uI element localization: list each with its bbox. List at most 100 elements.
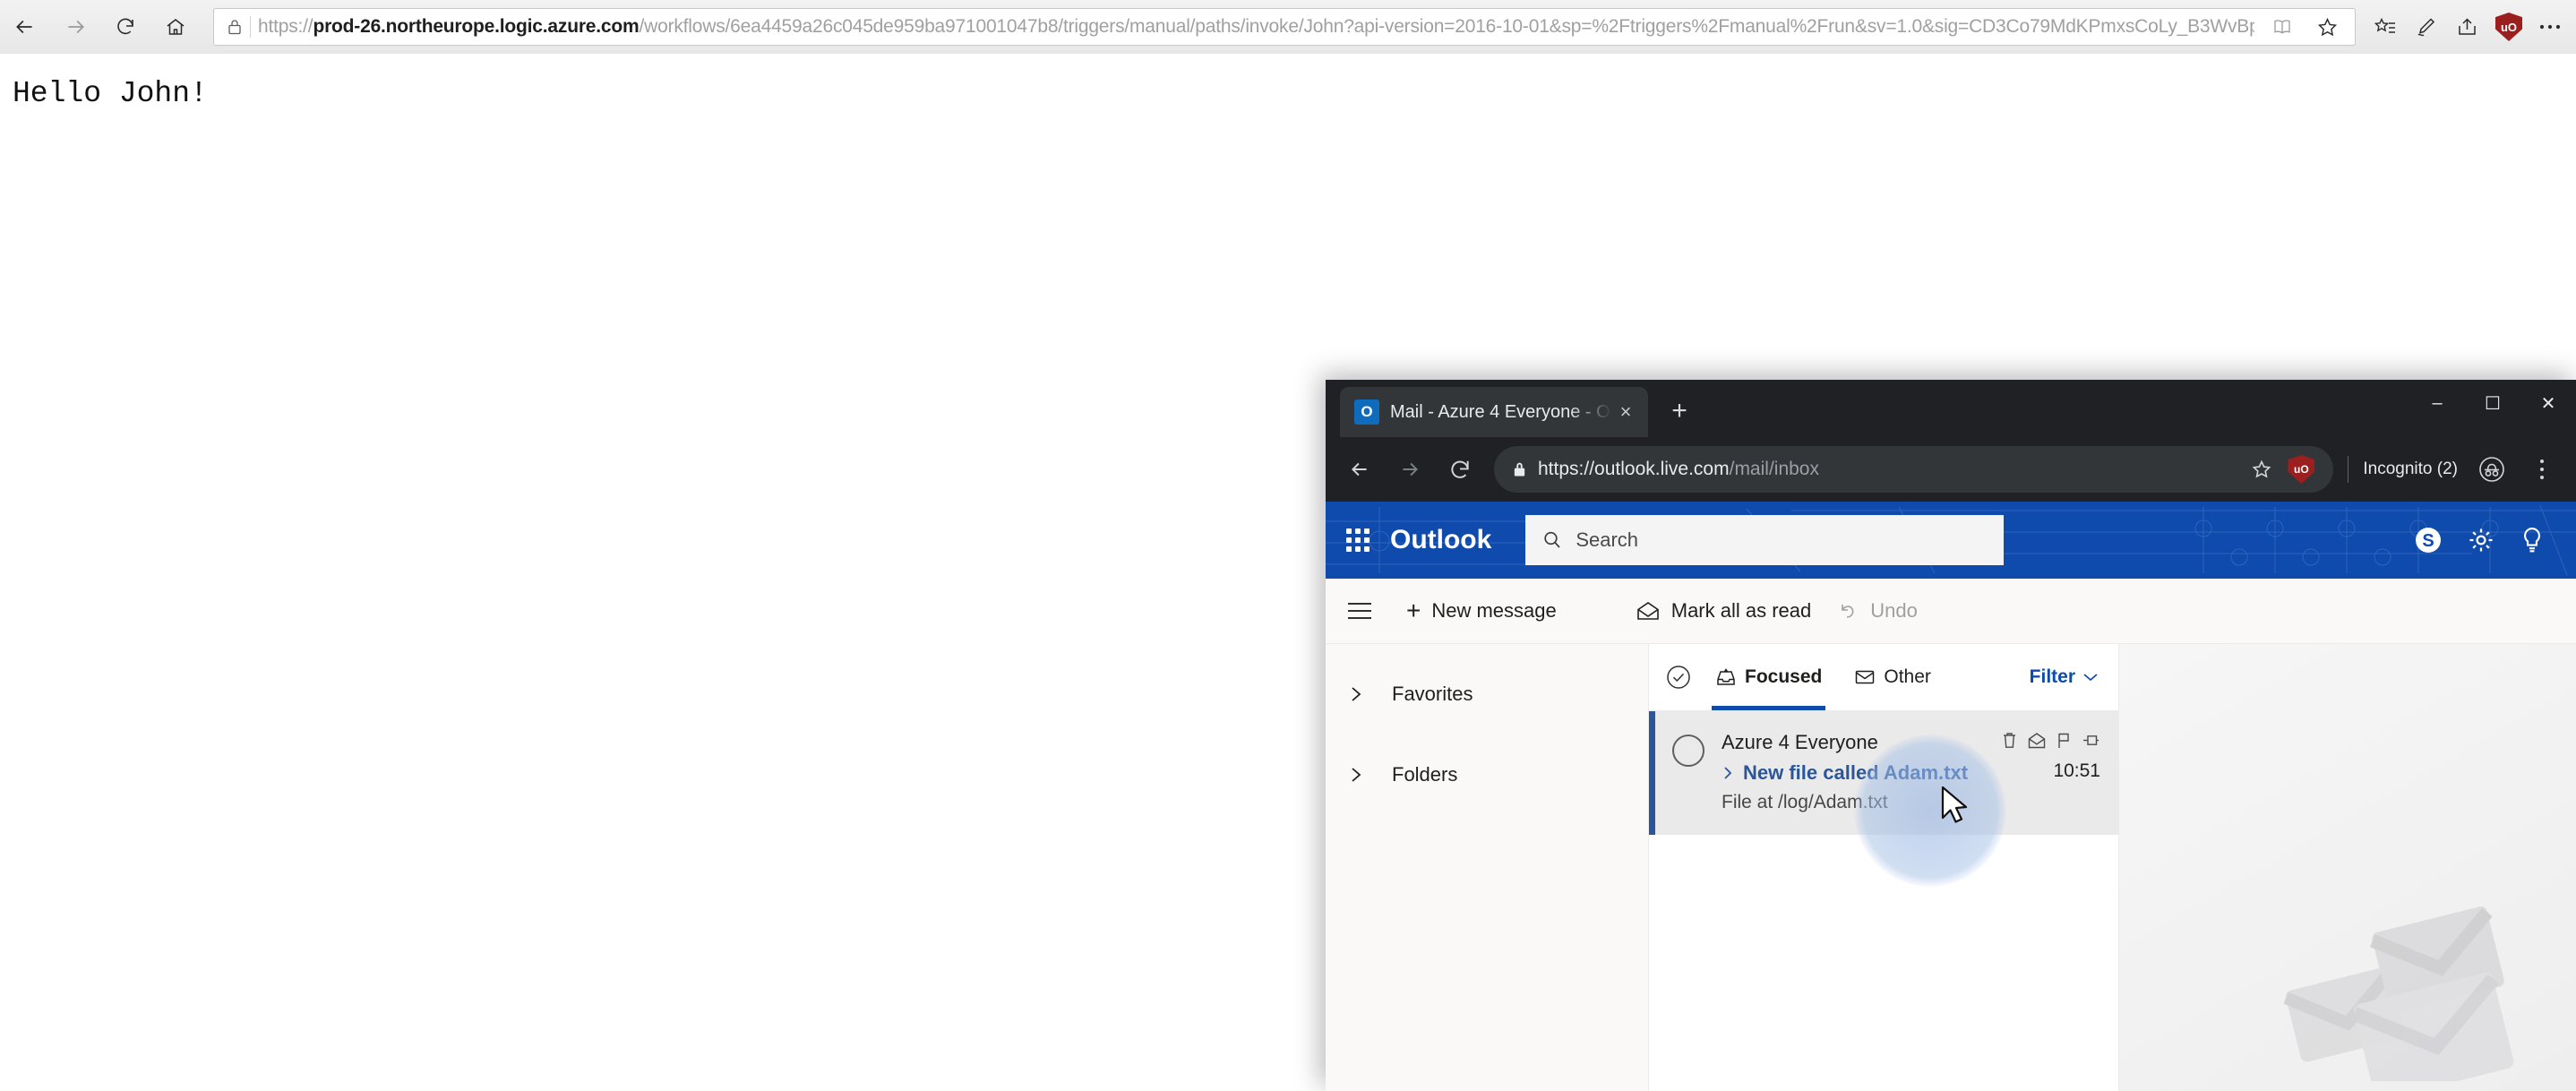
chevron-right-icon bbox=[1349, 683, 1392, 705]
hamburger-menu-icon[interactable] bbox=[1326, 601, 1394, 621]
chrome-tab-strip: O Mail - Azure 4 Everyone - Outloo × + –… bbox=[1326, 380, 2576, 437]
favorites-list-icon[interactable] bbox=[2365, 6, 2406, 47]
mark-unread-icon[interactable] bbox=[2027, 731, 2047, 750]
message-list-item[interactable]: Azure 4 Everyone New file called Adam.tx… bbox=[1649, 711, 2118, 835]
outlook-command-bar: + New message Mark all as read Undo bbox=[1326, 579, 2576, 644]
outlook-folder-nav: Favorites Folders bbox=[1326, 644, 1648, 1091]
search-placeholder: Search bbox=[1576, 528, 1639, 551]
mark-all-as-read-button[interactable]: Mark all as read bbox=[1623, 599, 1825, 623]
chrome-lock-icon bbox=[1512, 460, 1527, 478]
ublock-shield-shape: uO bbox=[2495, 13, 2522, 41]
outlook-header-actions: S bbox=[2413, 525, 2576, 555]
chrome-reload-icon[interactable] bbox=[1435, 444, 1485, 494]
focused-inbox-icon bbox=[1715, 667, 1737, 687]
edge-address-bar[interactable]: https://prod-26.northeurope.logic.azure.… bbox=[213, 8, 2356, 46]
new-message-button[interactable]: + New message bbox=[1394, 597, 1569, 625]
skype-icon[interactable]: S bbox=[2413, 525, 2443, 555]
delete-icon[interactable] bbox=[2001, 731, 2018, 750]
maximize-button[interactable]: ☐ bbox=[2465, 380, 2520, 426]
home-icon[interactable] bbox=[150, 2, 201, 52]
chrome-back-icon[interactable] bbox=[1335, 444, 1385, 494]
other-mail-icon bbox=[1854, 668, 1876, 686]
outlook-brand-title: Outlook bbox=[1390, 525, 1492, 554]
tab-focused[interactable]: Focused bbox=[1706, 644, 1831, 710]
edge-toolbar-tools: uO bbox=[2365, 6, 2576, 47]
minimize-button[interactable]: – bbox=[2409, 380, 2465, 426]
message-timestamp: 10:51 bbox=[2053, 760, 2100, 781]
incognito-hat-icon[interactable] bbox=[2467, 444, 2517, 494]
mouse-cursor bbox=[1941, 786, 1968, 823]
refresh-icon[interactable] bbox=[100, 2, 150, 52]
lock-icon bbox=[221, 18, 248, 36]
chrome-browser-window: O Mail - Azure 4 Everyone - Outloo × + –… bbox=[1326, 380, 2576, 1091]
empty-state-envelopes-icon bbox=[2283, 906, 2514, 1081]
chrome-bookmark-star-icon[interactable] bbox=[2242, 450, 2281, 489]
select-all-checkmark-icon[interactable] bbox=[1665, 664, 1692, 691]
message-meta: 10:51 bbox=[1995, 731, 2100, 813]
browser-tab-outlook[interactable]: O Mail - Azure 4 Everyone - Outloo × bbox=[1340, 387, 1648, 437]
annotate-pen-icon[interactable] bbox=[2406, 6, 2447, 47]
back-arrow-icon[interactable] bbox=[0, 2, 50, 52]
tab-other[interactable]: Other bbox=[1845, 644, 1940, 710]
close-window-button[interactable]: ✕ bbox=[2520, 380, 2576, 426]
message-unread-toggle[interactable] bbox=[1655, 731, 1722, 813]
message-list-pane: Focused Other Filter Azure 4 Everyone Ne… bbox=[1648, 644, 2119, 1091]
message-list-header: Focused Other Filter bbox=[1649, 644, 2118, 711]
outlook-favicon: O bbox=[1354, 399, 1379, 425]
ublock-origin-icon[interactable]: uO bbox=[2488, 6, 2529, 47]
new-tab-button[interactable]: + bbox=[1655, 387, 1704, 435]
chrome-ublock-icon[interactable]: uO bbox=[2281, 450, 2321, 489]
open-envelope-icon bbox=[1636, 600, 1661, 622]
sidebar-item-folders[interactable]: Folders bbox=[1326, 743, 1648, 807]
mark-all-as-read-label: Mark all as read bbox=[1670, 599, 1812, 622]
chrome-toolbar: https://outlook.live.com/mail/inbox uO I… bbox=[1326, 437, 2576, 502]
more-menu-icon[interactable] bbox=[2529, 6, 2571, 47]
pin-icon[interactable] bbox=[2082, 731, 2100, 750]
chrome-forward-icon[interactable] bbox=[1385, 444, 1435, 494]
sidebar-item-label-folders: Folders bbox=[1392, 763, 1458, 786]
search-icon bbox=[1541, 529, 1563, 551]
undo-label: Undo bbox=[1870, 599, 1918, 622]
reading-view-icon[interactable] bbox=[2262, 9, 2303, 45]
chrome-menu-icon[interactable] bbox=[2517, 444, 2567, 494]
page-response-text: Hello John! bbox=[13, 77, 208, 110]
tab-close-icon[interactable]: × bbox=[1612, 400, 1639, 424]
edge-toolbar: https://prod-26.northeurope.logic.azure.… bbox=[0, 0, 2576, 55]
reading-pane bbox=[2119, 644, 2576, 1091]
message-hover-actions bbox=[2001, 731, 2100, 750]
share-icon[interactable] bbox=[2447, 6, 2488, 47]
outlook-header: Outlook Search S bbox=[1326, 502, 2576, 579]
waffle-grid-shape bbox=[1346, 528, 1370, 552]
chrome-url-text: https://outlook.live.com/mail/inbox bbox=[1538, 459, 1819, 479]
filter-label: Filter bbox=[2029, 666, 2075, 687]
tab-focused-label: Focused bbox=[1745, 666, 1823, 687]
outlook-body: Favorites Folders Focused Other Filter A… bbox=[1326, 644, 2576, 1091]
unread-circle-icon bbox=[1672, 734, 1704, 767]
chevron-right-icon bbox=[1349, 764, 1392, 786]
forward-arrow-icon[interactable] bbox=[50, 2, 100, 52]
chevron-down-icon bbox=[2082, 672, 2099, 683]
search-box[interactable]: Search bbox=[1525, 515, 2005, 565]
sidebar-item-label-favorites: Favorites bbox=[1392, 683, 1473, 705]
favorite-star-icon[interactable] bbox=[2306, 9, 2348, 45]
settings-gear-icon[interactable] bbox=[2467, 526, 2495, 554]
chrome-address-bar[interactable]: https://outlook.live.com/mail/inbox uO bbox=[1494, 446, 2334, 493]
lightbulb-icon[interactable] bbox=[2519, 526, 2546, 554]
expand-chevron-icon[interactable] bbox=[1722, 764, 1734, 782]
tab-other-label: Other bbox=[1884, 666, 1931, 687]
svg-text:S: S bbox=[2422, 531, 2434, 551]
message-sender: Azure 4 Everyone bbox=[1722, 731, 1878, 753]
edge-url-text: https://prod-26.northeurope.logic.azure.… bbox=[258, 16, 2254, 37]
undo-arrow-icon bbox=[1836, 600, 1859, 622]
message-subject-row: New file called Adam.txt bbox=[1722, 761, 1995, 785]
window-controls: – ☐ ✕ bbox=[2409, 380, 2576, 426]
app-launcher-waffle-icon[interactable] bbox=[1326, 528, 1390, 552]
filter-dropdown[interactable]: Filter bbox=[2030, 666, 2099, 688]
sidebar-item-favorites[interactable]: Favorites bbox=[1326, 662, 1648, 726]
omnibox-divider bbox=[250, 16, 251, 38]
new-message-label: New message bbox=[1431, 599, 1557, 622]
flag-icon[interactable] bbox=[2056, 731, 2073, 750]
tab-title: Mail - Azure 4 Everyone - Outloo bbox=[1390, 401, 1612, 422]
ublock-shield-shape-chrome: uO bbox=[2288, 455, 2315, 484]
undo-button[interactable]: Undo bbox=[1824, 599, 1930, 623]
